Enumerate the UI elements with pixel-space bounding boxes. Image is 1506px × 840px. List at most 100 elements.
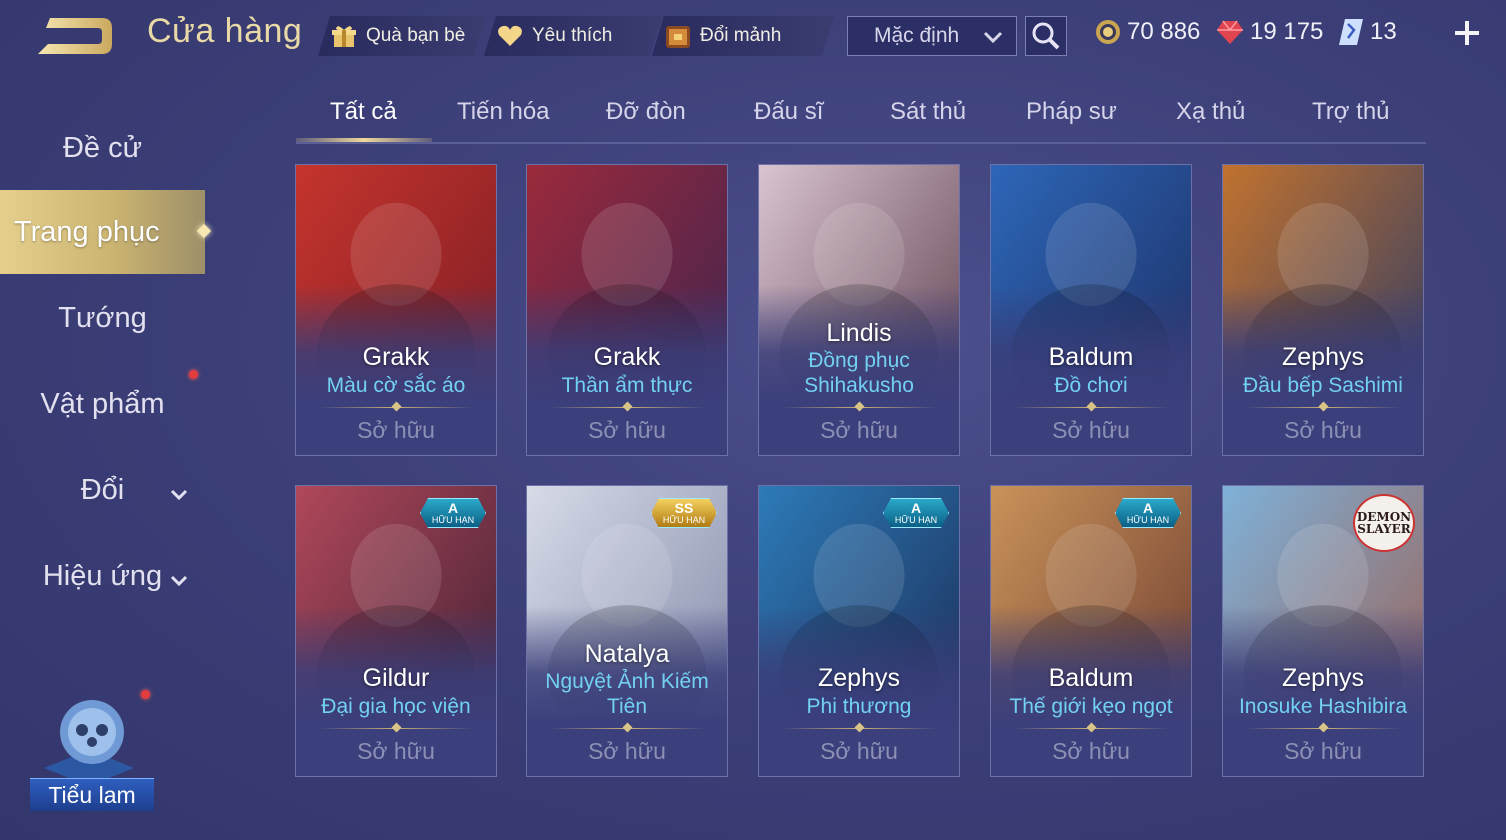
ruby-amount: 19 175 — [1250, 18, 1324, 45]
skin-card[interactable]: Zephys Phi thương Sở hữu A HỮU HẠN — [758, 485, 960, 777]
hero-name: Natalya — [584, 640, 670, 668]
hero-name: Zephys — [1282, 664, 1364, 692]
notification-dot — [189, 370, 198, 379]
owned-status: Sở hữu — [1052, 417, 1130, 443]
owned-status: Sở hữu — [820, 417, 898, 443]
sort-selected-value: Mặc định — [874, 24, 960, 47]
owned-status: Sở hữu — [588, 738, 666, 764]
back-button[interactable] — [36, 14, 116, 58]
tab-support[interactable]: Trợ thủ — [1312, 98, 1390, 126]
gift-icon — [330, 22, 358, 50]
mascot-notification-dot — [141, 690, 150, 699]
active-tab-indicator — [296, 138, 432, 142]
skin-name: Đại gia học viện — [321, 695, 471, 718]
chevron-down-icon — [169, 566, 189, 599]
category-tabs: Tất cả Tiến hóa Đỡ đòn Đấu sĩ Sát thủ Ph… — [296, 88, 1426, 144]
search-button[interactable] — [1025, 16, 1067, 56]
gold-currency: 70 886 — [1095, 18, 1200, 46]
skin-name: Thần ẩm thực — [561, 374, 693, 397]
skin-name: Đồ chơi — [1054, 374, 1128, 397]
hero-name: Grakk — [593, 343, 661, 371]
sidebar-item-items[interactable]: Vật phẩm — [0, 374, 205, 434]
hero-name: Lindis — [826, 319, 892, 347]
skin-card[interactable]: Grakk Màu cờ sắc áo Sở hữu — [295, 164, 497, 456]
owned-status: Sở hữu — [820, 738, 898, 764]
chevron-down-icon — [982, 27, 1004, 53]
favorites-button[interactable]: Yêu thích — [484, 16, 662, 56]
friend-gift-button[interactable]: Quà bạn bè — [318, 16, 486, 56]
hero-name: Grakk — [362, 343, 430, 371]
ruby-gem-icon — [1217, 20, 1243, 44]
owned-status: Sở hữu — [1284, 738, 1362, 764]
ruby-currency: 19 175 — [1216, 18, 1323, 46]
owned-status: Sở hữu — [588, 417, 666, 443]
favorites-label: Yêu thích — [532, 25, 613, 46]
search-icon — [1032, 22, 1060, 50]
exchange-fragments-label: Đổi mảnh — [700, 25, 782, 46]
exchange-fragments-button[interactable]: Đổi mảnh — [652, 16, 834, 56]
skin-name: Đồng phục Shihakusho — [804, 349, 914, 397]
owned-status: Sở hữu — [1284, 417, 1362, 443]
sidebar: Đề cử Trang phục Tướng Vật phẩm Đổi Hiệu… — [0, 90, 210, 790]
tab-evolution[interactable]: Tiến hóa — [457, 98, 550, 126]
hero-name: Zephys — [818, 664, 900, 692]
tab-tank[interactable]: Đỡ đòn — [606, 98, 686, 126]
voucher-currency: 13 — [1338, 18, 1397, 46]
hero-name: Baldum — [1048, 664, 1134, 692]
limited-tier-badge: SS HỮU HẠN — [651, 498, 717, 528]
skin-name: Thế giới kẹo ngọt — [1009, 695, 1173, 718]
add-currency-button[interactable] — [1452, 18, 1482, 48]
skin-card[interactable]: Lindis Đồng phục Shihakusho Sở hữu — [758, 164, 960, 456]
sidebar-item-heroes[interactable]: Tướng — [0, 288, 205, 348]
hero-name: Zephys — [1282, 343, 1364, 371]
sidebar-item-label: Đổi — [80, 473, 125, 506]
friend-gift-label: Quà bạn bè — [366, 25, 466, 46]
badge-tier: A — [910, 500, 922, 516]
badge-limited: HỮU HẠN — [431, 515, 475, 525]
sidebar-item-label: Tướng — [58, 301, 147, 334]
sidebar-item-label: Trang phục — [14, 215, 160, 248]
skin-card[interactable]: Zephys Inosuke Hashibira Sở hữu DEMON SLAYE… — [1222, 485, 1424, 777]
badge-tier: SS — [674, 500, 694, 516]
skin-name: Nguyệt Ảnh Kiếm Tiên — [545, 670, 709, 718]
badge-limited: HỮU HẠN — [1126, 515, 1170, 525]
heart-icon — [496, 22, 524, 50]
sidebar-item-exchange[interactable]: Đổi — [0, 460, 205, 520]
sidebar-item-label: Vật phẩm — [40, 387, 165, 420]
tab-marksman[interactable]: Xạ thủ — [1176, 98, 1245, 126]
skin-card[interactable]: Baldum Đồ chơi Sở hữu — [990, 164, 1192, 456]
tab-mage[interactable]: Pháp sư — [1026, 98, 1117, 126]
tab-all[interactable]: Tất cả — [330, 98, 397, 126]
skin-card[interactable]: Zephys Đầu bếp Sashimi Sở hữu — [1222, 164, 1424, 456]
skin-card[interactable]: Gildur Đại gia học viện Sở hữu A HỮU HẠN — [295, 485, 497, 777]
gold-amount: 70 886 — [1127, 18, 1201, 45]
skin-card[interactable]: Grakk Thần ẩm thực Sở hữu — [526, 164, 728, 456]
sort-dropdown[interactable]: Mặc định — [847, 16, 1017, 56]
skin-name: Inosuke Hashibira — [1238, 695, 1408, 718]
owned-status: Sở hữu — [1052, 738, 1130, 764]
hero-name: Gildur — [362, 664, 430, 692]
tab-fighter[interactable]: Đấu sĩ — [754, 98, 823, 126]
owned-status: Sở hữu — [357, 738, 435, 764]
sidebar-item-label: Đề cử — [62, 131, 143, 164]
sidebar-item-effects[interactable]: Hiệu ứng — [0, 546, 205, 606]
chevron-down-icon — [169, 480, 189, 513]
limited-tier-badge: A HỮU HẠN — [420, 498, 486, 528]
gold-coin-icon — [1096, 20, 1120, 44]
limited-tier-badge: A HỮU HẠN — [1115, 498, 1181, 528]
sidebar-item-featured[interactable]: Đề cử — [0, 118, 205, 178]
skin-name: Phi thương — [806, 695, 912, 718]
voucher-amount: 13 — [1370, 18, 1397, 45]
limited-tier-badge: A HỮU HẠN — [883, 498, 949, 528]
hero-name: Baldum — [1048, 343, 1134, 371]
mascot-icon — [44, 700, 134, 786]
skin-card[interactable]: Baldum Thế giới kẹo ngọt Sở hữu A HỮU HẠN — [990, 485, 1192, 777]
sidebar-item-skins[interactable]: Trang phục — [0, 190, 205, 274]
badge-tier: A — [1142, 500, 1154, 516]
tab-assassin[interactable]: Sát thủ — [890, 98, 966, 126]
page-title: Cửa hàng — [147, 12, 303, 50]
badge-limited: HỮU HẠN — [894, 515, 938, 525]
badge-tier: A — [447, 500, 459, 516]
mascot-label[interactable]: Tiểu lam — [30, 778, 154, 811]
skin-card[interactable]: Natalya Nguyệt Ảnh Kiếm Tiên Sở hữu SS HỮU H… — [526, 485, 728, 777]
